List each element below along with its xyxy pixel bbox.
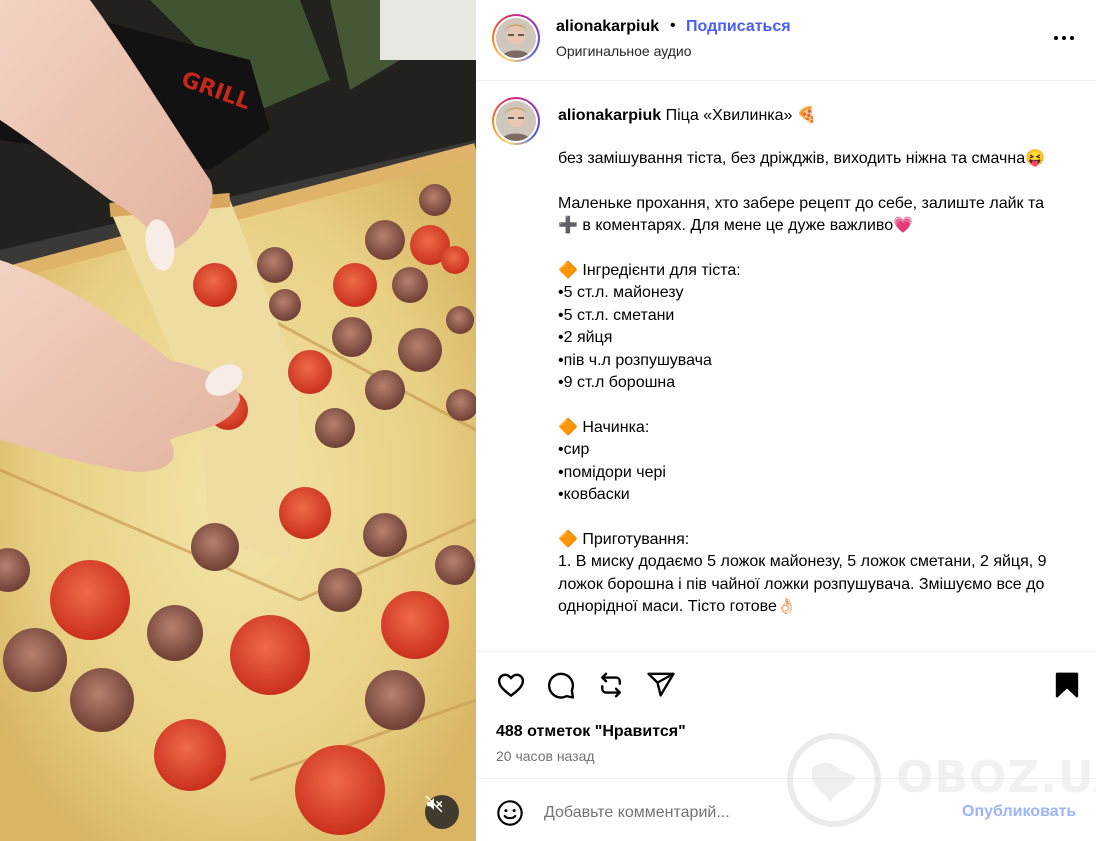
post-actions: 488 отметок "Нравится" 20 часов назад Оп… [476,651,1096,841]
share-icon [647,672,675,697]
more-dot [1070,36,1074,40]
author-avatar[interactable] [492,14,540,62]
original-audio-link[interactable]: Оригинальное аудио [556,43,692,59]
caption-title: Піца «Хвилинка» 🍕 [665,107,817,124]
emoji-icon [497,800,523,826]
caption-author-avatar[interactable] [492,97,540,145]
speaker-muted-icon [425,795,443,813]
comment-input[interactable] [544,801,944,825]
heart-icon [497,673,525,697]
avatar-photo [496,18,536,58]
bookmark-icon [1055,672,1079,698]
header-separator: • [670,17,676,34]
more-options-icon [1054,36,1058,40]
like-button[interactable] [496,670,526,700]
caption-username-link[interactable]: alionakarpiuk [558,107,661,124]
mute-toggle-button[interactable] [425,795,459,829]
like-count-link[interactable]: 488 отметок "Нравится" [496,723,686,741]
pizza-video-frame: GRILL [0,0,476,841]
emoji-picker-button[interactable] [496,799,524,827]
publish-comment-button[interactable]: Опубликовать [962,803,1076,821]
repost-icon [601,672,621,698]
more-options-button[interactable] [1054,28,1080,48]
avatar-photo [496,101,536,141]
more-dot [1062,36,1066,40]
repost-button[interactable] [596,670,626,700]
header-username-link[interactable]: alionakarpiuk [556,18,659,36]
caption-text: без замішування тіста, без дріжджів, вих… [558,150,1047,616]
post-header: alionakarpiuk • Подписаться Оригинальное… [476,0,1096,81]
post-timestamp[interactable]: 20 часов назад [496,748,595,764]
share-button[interactable] [646,670,676,700]
caption-section: alionakarpiuk Піца «Хвилинка» 🍕 без замі… [476,81,1096,651]
save-button[interactable] [1052,670,1082,700]
caption-first-line: alionakarpiuk Піца «Хвилинка» 🍕 [558,105,817,127]
post-media-video[interactable]: GRILL [0,0,476,841]
add-comment-row: Опубликовать [476,778,1096,841]
post-details-panel: alionakarpiuk • Подписаться Оригинальное… [476,0,1096,841]
comment-icon [547,672,575,699]
comment-button[interactable] [546,670,576,700]
follow-button[interactable]: Подписаться [686,18,791,36]
